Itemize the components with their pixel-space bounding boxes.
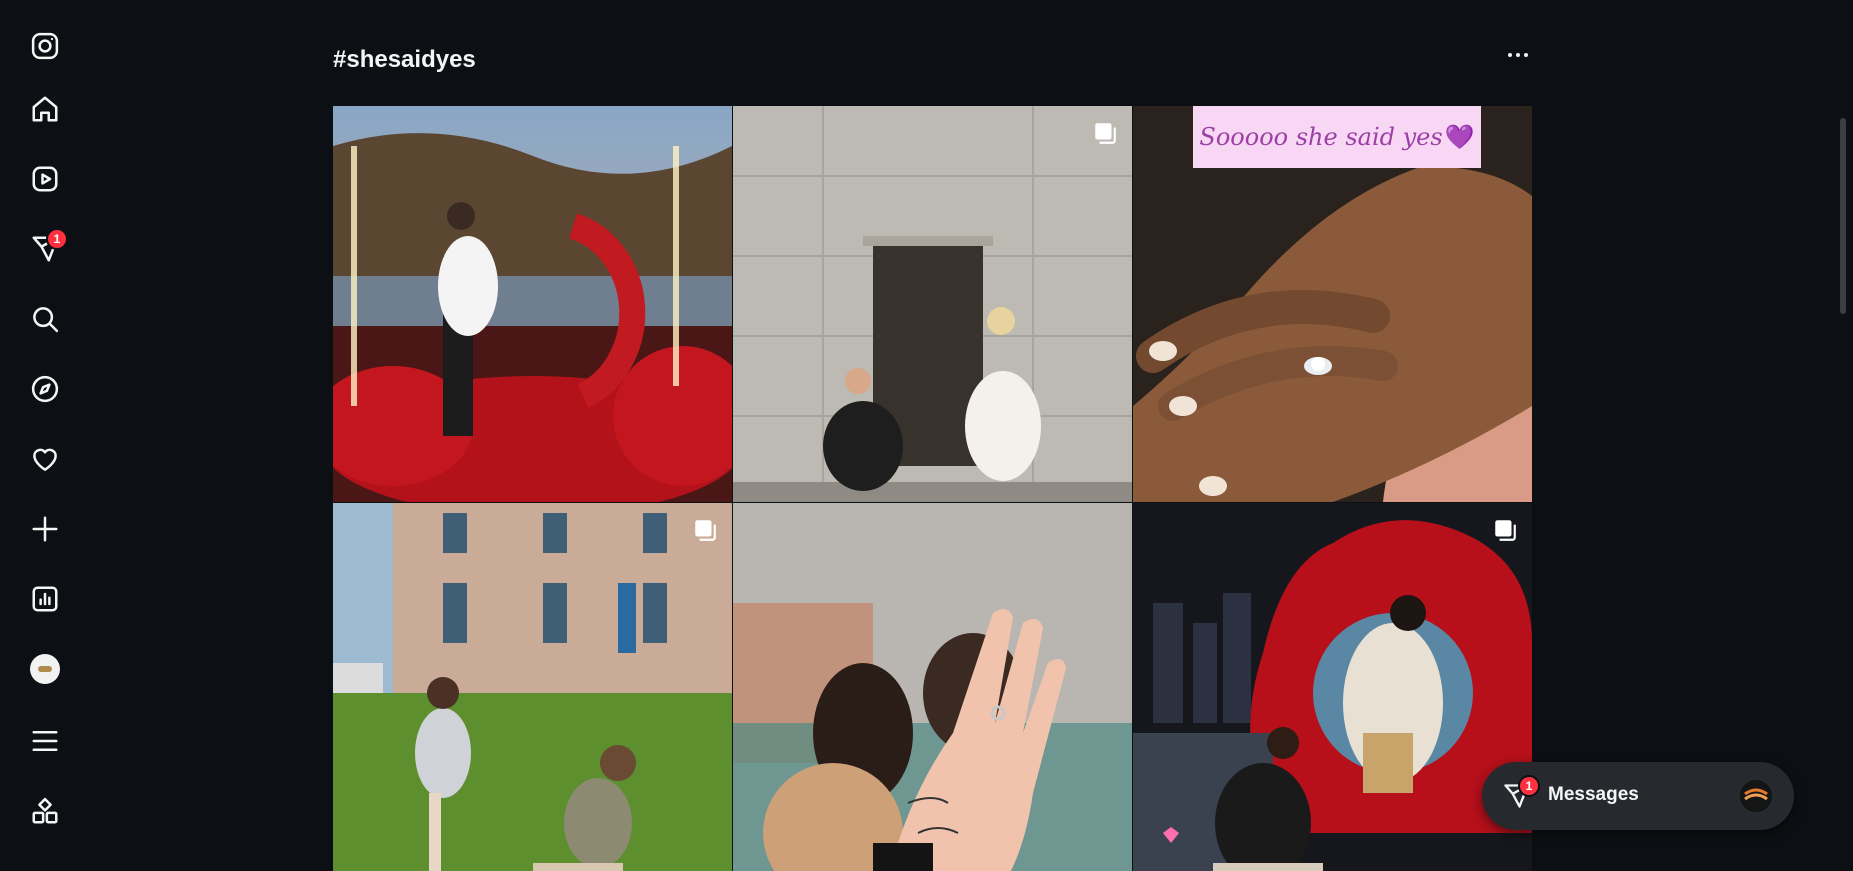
post-image-proposal-lawn [333, 503, 732, 871]
more-options-button[interactable] [1500, 40, 1536, 70]
carousel-icon [1495, 520, 1516, 541]
post-tile-2[interactable] [733, 106, 1132, 502]
direct-messages-icon[interactable]: 1 [20, 224, 70, 274]
post-tile-3[interactable]: Sooooo she said yes 💜 [1133, 106, 1532, 502]
page-scrollbar[interactable] [1840, 118, 1846, 314]
post-image-hand-said-yes [733, 503, 1132, 871]
post-image-proposal-roses [333, 106, 732, 502]
heart-icon[interactable] [20, 434, 70, 484]
menu-hamburger-icon[interactable] [20, 716, 70, 766]
sidebar-nav: 1 [0, 0, 90, 871]
page-title: #shesaidyes [333, 46, 476, 73]
messages-label: Messages [1548, 784, 1639, 805]
post-tile-6[interactable] [1133, 503, 1532, 871]
reels-icon[interactable] [20, 154, 70, 204]
search-icon[interactable] [20, 294, 70, 344]
post-tile-5[interactable] [733, 503, 1132, 871]
home-icon[interactable] [20, 84, 70, 134]
post-image-proposal-door [733, 106, 1132, 502]
messages-notification-badge: 1 [1518, 775, 1540, 797]
avatar [30, 654, 60, 684]
explore-compass-icon[interactable] [20, 364, 70, 414]
instagram-logo-icon[interactable] [20, 21, 70, 71]
post-caption-banner: Sooooo she said yes 💜 [1193, 106, 1481, 168]
post-tile-1[interactable] [333, 106, 732, 502]
messages-button[interactable]: 1 Messages [1482, 762, 1794, 830]
also-from-meta-icon[interactable] [20, 786, 70, 836]
direct-notification-badge: 1 [46, 228, 68, 250]
post-tile-4[interactable] [333, 503, 732, 871]
purple-heart-emoji: 💜 [1444, 123, 1475, 151]
carousel-icon [695, 520, 716, 541]
create-plus-icon[interactable] [20, 504, 70, 554]
caption-text: Sooooo she said yes [1199, 123, 1443, 151]
avatar [1740, 780, 1772, 812]
post-grid: Sooooo she said yes 💜 [333, 106, 1537, 871]
profile-avatar[interactable] [20, 644, 70, 694]
dashboard-chart-icon[interactable] [20, 574, 70, 624]
post-image-proposal-night-roses [1133, 503, 1532, 871]
carousel-icon [1095, 123, 1116, 144]
